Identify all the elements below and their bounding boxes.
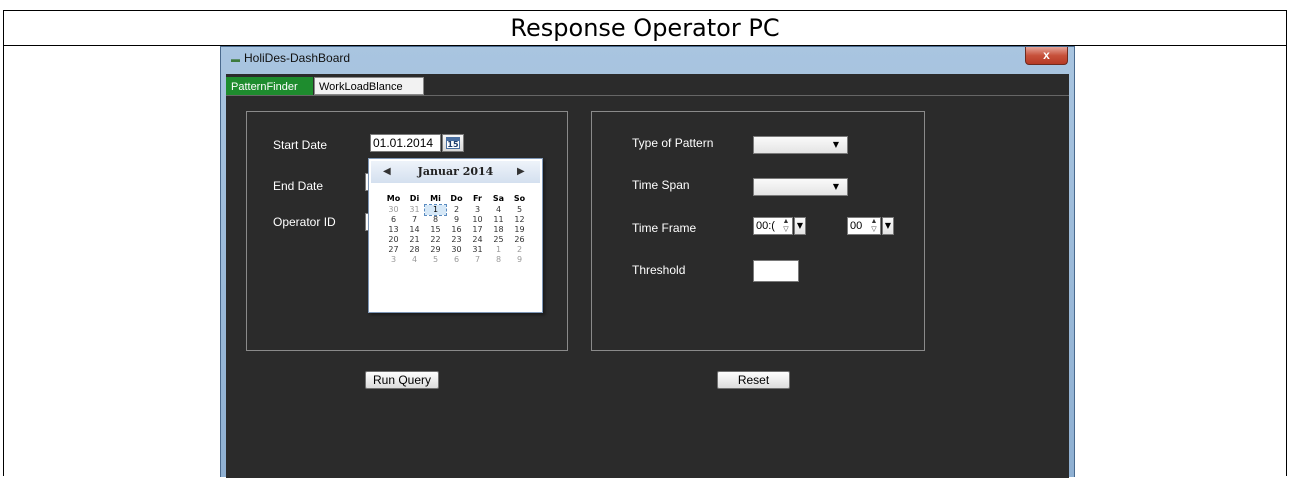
- run-query-button[interactable]: Run Query: [365, 371, 439, 389]
- calendar-week: 30 31 1 2 3 4 5: [383, 204, 530, 216]
- calendar-day[interactable]: 30: [383, 205, 404, 215]
- calendar-day[interactable]: 11: [488, 215, 509, 225]
- calendar-day[interactable]: 12: [509, 215, 530, 225]
- start-date-label: Start Date: [273, 138, 328, 152]
- calendar-grid: Mo Di Mi Do Fr Sa So 30 31 1 2 3 4 5 6 7…: [383, 193, 530, 265]
- calendar-day[interactable]: 28: [404, 245, 425, 255]
- calendar-day[interactable]: 25: [488, 235, 509, 245]
- calendar-day[interactable]: 2: [509, 245, 530, 255]
- calendar-day[interactable]: 26: [509, 235, 530, 245]
- calendar-day[interactable]: 3: [383, 255, 404, 265]
- calendar-header: ◀ Januar 2014 ▶: [371, 161, 540, 183]
- calendar-day[interactable]: 5: [509, 205, 530, 215]
- time-frame-label: Time Frame: [632, 221, 697, 235]
- window-title: HoliDes-DashBoard: [244, 51, 351, 65]
- calendar-day[interactable]: 24: [467, 235, 488, 245]
- calendar-day[interactable]: 7: [467, 255, 488, 265]
- calendar-day[interactable]: 30: [446, 245, 467, 255]
- time-frame-to-spinner[interactable]: 00 ▲ ▽: [847, 217, 881, 235]
- spinner-arrows-icon[interactable]: ▲ ▽: [781, 218, 791, 234]
- weekday-header: Di: [409, 194, 420, 203]
- close-button[interactable]: x: [1025, 47, 1068, 65]
- type-of-pattern-label: Type of Pattern: [632, 136, 714, 150]
- time-frame-from-dropdown[interactable]: ▼: [794, 217, 806, 235]
- calendar-day[interactable]: 1: [488, 245, 509, 255]
- calendar-day[interactable]: 27: [383, 245, 404, 255]
- calendar-day[interactable]: 5: [425, 255, 446, 265]
- calendar-day[interactable]: 16: [446, 225, 467, 235]
- calendar-day[interactable]: 19: [509, 225, 530, 235]
- calendar-day[interactable]: 9: [509, 255, 530, 265]
- calendar-week: 6 7 8 9 10 11 12: [383, 215, 530, 225]
- weekday-header: So: [513, 194, 526, 203]
- calendar-popup: ◀ Januar 2014 ▶ Mo Di Mi Do Fr Sa So 30 …: [368, 158, 543, 313]
- calendar-day[interactable]: 6: [383, 215, 404, 225]
- reset-button[interactable]: Reset: [717, 371, 790, 389]
- calendar-day[interactable]: 21: [404, 235, 425, 245]
- calendar-day[interactable]: 8: [425, 215, 446, 225]
- calendar-day[interactable]: 29: [425, 245, 446, 255]
- calendar-button[interactable]: 15: [442, 134, 464, 152]
- weekday-header: Fr: [473, 194, 482, 203]
- tab-workload-balance[interactable]: WorkLoadBlance: [314, 77, 424, 95]
- calendar-day[interactable]: 3: [467, 205, 488, 215]
- time-span-label: Time Span: [632, 178, 690, 192]
- calendar-month-label[interactable]: Januar 2014: [371, 165, 540, 178]
- calendar-day[interactable]: 23: [446, 235, 467, 245]
- threshold-label: Threshold: [632, 263, 686, 277]
- slide-title: Response Operator PC: [4, 11, 1286, 46]
- calendar-day[interactable]: 7: [404, 215, 425, 225]
- spinner-arrows-icon[interactable]: ▲ ▽: [869, 218, 879, 234]
- calendar-day[interactable]: 15: [425, 225, 446, 235]
- weekday-header: Do: [450, 194, 463, 203]
- time-frame-from-value: 00:(: [756, 220, 775, 232]
- calendar-next-icon[interactable]: ▶: [517, 166, 525, 177]
- chevron-down-icon: ▼: [832, 140, 839, 149]
- tab-divider: [226, 95, 1069, 96]
- end-date-label: End Date: [273, 179, 324, 193]
- time-span-select[interactable]: ▼: [753, 178, 848, 196]
- calendar-day[interactable]: 31: [404, 205, 425, 215]
- calendar-week: 3 4 5 6 7 8 9: [383, 255, 530, 265]
- calendar-day[interactable]: 10: [467, 215, 488, 225]
- time-frame-from-spinner[interactable]: 00:( ▲ ▽: [753, 217, 793, 235]
- weekday-header: Sa: [492, 194, 505, 203]
- calendar-day[interactable]: 4: [404, 255, 425, 265]
- app-icon: ▬: [231, 54, 240, 64]
- time-frame-to-value: 00: [850, 220, 863, 232]
- calendar-day[interactable]: 4: [488, 205, 509, 215]
- dashboard-window: ▬ HoliDes-DashBoard x PatternFinder WorkL…: [220, 46, 1075, 478]
- threshold-input[interactable]: [753, 260, 799, 282]
- window-title-bar: ▬ HoliDes-DashBoard: [231, 51, 350, 65]
- calendar-week: 13 14 15 16 17 18 19: [383, 225, 530, 235]
- calendar-day[interactable]: 22: [425, 235, 446, 245]
- weekday-row: Mo Di Mi Do Fr Sa So: [383, 193, 530, 205]
- operator-id-label: Operator ID: [273, 215, 336, 229]
- calendar-day-selected[interactable]: 1: [424, 204, 447, 216]
- window-client-area: PatternFinder WorkLoadBlance Start Date …: [226, 74, 1069, 478]
- chevron-down-icon: ▼: [832, 182, 839, 191]
- calendar-week: 27 28 29 30 31 1 2: [383, 245, 530, 255]
- calendar-day[interactable]: 14: [404, 225, 425, 235]
- calendar-week: 20 21 22 23 24 25 26: [383, 235, 530, 245]
- calendar-day[interactable]: 6: [446, 255, 467, 265]
- calendar-day[interactable]: 31: [467, 245, 488, 255]
- start-date-input[interactable]: 01.01.2014: [370, 134, 441, 152]
- type-of-pattern-select[interactable]: ▼: [753, 136, 848, 154]
- calendar-day[interactable]: 20: [383, 235, 404, 245]
- calendar-day[interactable]: 13: [383, 225, 404, 235]
- calendar-day[interactable]: 17: [467, 225, 488, 235]
- weekday-header: Mi: [430, 194, 441, 203]
- calendar-day[interactable]: 8: [488, 255, 509, 265]
- calendar-day[interactable]: 18: [488, 225, 509, 235]
- calendar-day[interactable]: 2: [446, 205, 467, 215]
- tab-pattern-finder[interactable]: PatternFinder: [226, 77, 313, 95]
- calendar-day[interactable]: 9: [446, 215, 467, 225]
- weekday-header: Mo: [386, 194, 401, 203]
- calendar-icon: 15: [446, 140, 460, 149]
- time-frame-to-dropdown[interactable]: ▼: [882, 217, 894, 235]
